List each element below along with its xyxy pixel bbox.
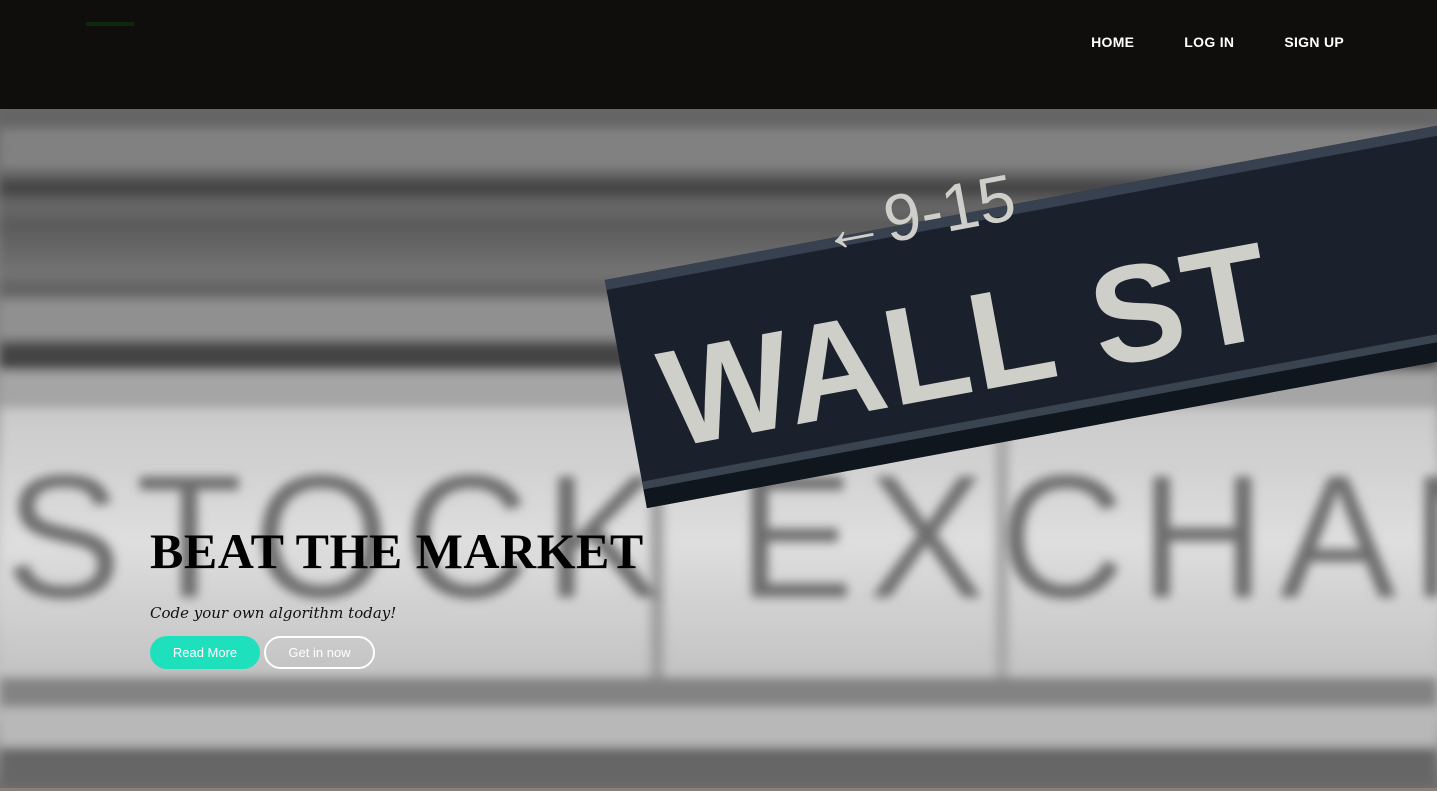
brand-logo[interactable] — [86, 22, 134, 26]
nav-login-link[interactable]: LOG IN — [1184, 34, 1234, 50]
nav-links: HOME LOG IN SIGN UP — [1091, 34, 1344, 50]
hero-buttons: Read More Get in now — [150, 636, 850, 669]
nav-signup-link[interactable]: SIGN UP — [1284, 34, 1344, 50]
hero-background-image: STOCK EXCHAN WALL ST ←9-15 — [0, 109, 1437, 788]
read-more-button[interactable]: Read More — [150, 636, 260, 669]
hero-subtitle: Code your own algorithm today! — [150, 604, 397, 622]
top-navbar: HOME LOG IN SIGN UP — [0, 0, 1437, 109]
hero-title: BEAT THE MARKET — [150, 523, 644, 579]
hero-section: STOCK EXCHAN WALL ST ←9-15 BEAT THE MARK… — [0, 109, 1437, 788]
hero-content: BEAT THE MARKET Code your own algorithm … — [150, 522, 850, 669]
nav-home-link[interactable]: HOME — [1091, 34, 1134, 50]
get-in-now-button[interactable]: Get in now — [264, 636, 375, 669]
